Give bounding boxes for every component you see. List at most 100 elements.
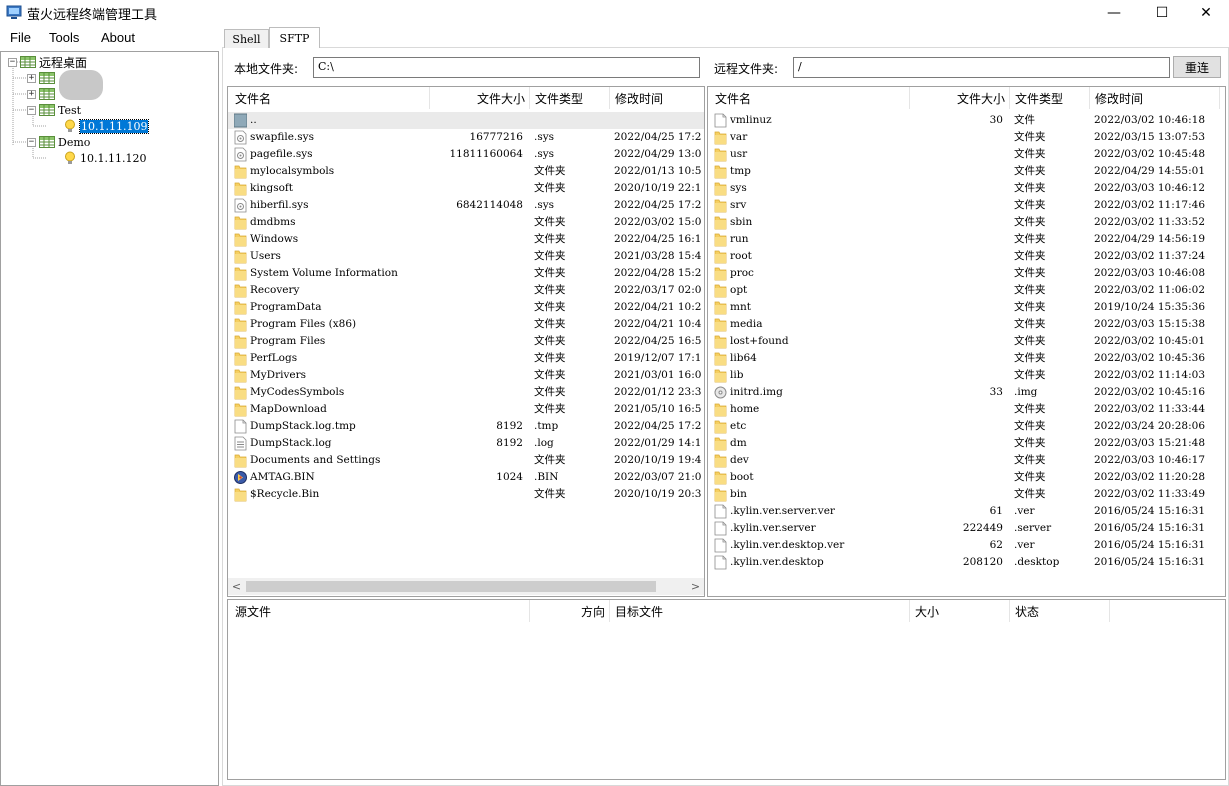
file-row[interactable]: swapfile.sys 16777216 .sys 2022/04/25 17:2 bbox=[228, 129, 704, 146]
file-row[interactable]: home 文件夹 2022/03/02 11:33:44 bbox=[708, 401, 1225, 418]
file-row[interactable]: dm 文件夹 2022/03/03 15:21:48 bbox=[708, 435, 1225, 452]
scrollbar-thumb[interactable] bbox=[246, 581, 656, 592]
maximize-button[interactable]: ☐ bbox=[1139, 0, 1185, 26]
close-button[interactable]: ✕ bbox=[1183, 0, 1229, 26]
file-row[interactable]: PerfLogs 文件夹 2019/12/07 17:1 bbox=[228, 350, 704, 367]
file-row[interactable]: media 文件夹 2022/03/03 15:15:38 bbox=[708, 316, 1225, 333]
file-row[interactable]: Documents and Settings 文件夹 2020/10/19 19:4 bbox=[228, 452, 704, 469]
file-row[interactable]: $Recycle.Bin 文件夹 2020/10/19 20:3 bbox=[228, 486, 704, 503]
column-header-status[interactable]: 状态 bbox=[1010, 600, 1110, 622]
remote-path-input[interactable]: / bbox=[793, 57, 1170, 78]
tab-sftp[interactable]: SFTP bbox=[269, 27, 320, 48]
file-row[interactable]: .. bbox=[228, 112, 704, 129]
file-row[interactable]: boot 文件夹 2022/03/02 11:20:28 bbox=[708, 469, 1225, 486]
tree-group-2[interactable]: + bbox=[27, 86, 58, 102]
file-size bbox=[430, 214, 523, 231]
tree-group-1[interactable]: + bbox=[27, 70, 58, 86]
local-path-input[interactable]: C:\ bbox=[313, 57, 700, 78]
file-row[interactable]: lib 文件夹 2022/03/02 11:14:03 bbox=[708, 367, 1225, 384]
tree-host-demo[interactable]: 10.1.11.120 bbox=[60, 150, 146, 166]
file-row[interactable]: dmdbms 文件夹 2022/03/02 15:0 bbox=[228, 214, 704, 231]
file-size bbox=[430, 231, 523, 248]
file-row[interactable]: usr 文件夹 2022/03/02 10:45:48 bbox=[708, 146, 1225, 163]
file-row[interactable]: tmp 文件夹 2022/04/29 14:55:01 bbox=[708, 163, 1225, 180]
file-row[interactable]: srv 文件夹 2022/03/02 11:17:46 bbox=[708, 197, 1225, 214]
file-row[interactable]: MyDrivers 文件夹 2021/03/01 16:0 bbox=[228, 367, 704, 384]
file-row[interactable]: var 文件夹 2022/03/15 13:07:53 bbox=[708, 129, 1225, 146]
scroll-left-icon[interactable]: < bbox=[228, 578, 245, 595]
file-row[interactable]: ProgramData 文件夹 2022/04/21 10:2 bbox=[228, 299, 704, 316]
expand-icon[interactable]: + bbox=[27, 89, 36, 99]
file-row[interactable]: DumpStack.log 8192 .log 2022/01/29 14:1 bbox=[228, 435, 704, 452]
file-row[interactable]: DumpStack.log.tmp 8192 .tmp 2022/04/25 17:2 bbox=[228, 418, 704, 435]
collapse-icon[interactable]: − bbox=[27, 137, 36, 147]
reconnect-button[interactable]: 重连 bbox=[1173, 56, 1221, 78]
header-divider[interactable] bbox=[1219, 87, 1220, 109]
header-divider[interactable] bbox=[1109, 600, 1110, 622]
tree-group-test[interactable]: − Test bbox=[27, 102, 81, 118]
scroll-right-icon[interactable]: > bbox=[687, 578, 704, 595]
tree-root[interactable]: − 远程桌面 bbox=[8, 54, 87, 70]
column-header-size[interactable]: 文件大小 bbox=[910, 87, 1010, 109]
file-row[interactable]: vmlinuz 30 文件 2022/03/02 10:46:18 bbox=[708, 112, 1225, 129]
file-row[interactable]: AMTAG.BIN 1024 .BIN 2022/03/07 21:0 bbox=[228, 469, 704, 486]
file-row[interactable]: MapDownload 文件夹 2021/05/10 16:5 bbox=[228, 401, 704, 418]
file-row[interactable]: initrd.img 33 .img 2022/03/02 10:45:16 bbox=[708, 384, 1225, 401]
file-name: sys bbox=[730, 182, 747, 194]
horizontal-scrollbar[interactable]: < > bbox=[228, 578, 704, 595]
column-header-mtime[interactable]: 修改时间 bbox=[1090, 87, 1220, 109]
file-row[interactable]: run 文件夹 2022/04/29 14:56:19 bbox=[708, 231, 1225, 248]
column-header-type[interactable]: 文件类型 bbox=[530, 87, 610, 109]
file-row[interactable]: Program Files (x86) 文件夹 2022/04/21 10:4 bbox=[228, 316, 704, 333]
file-row[interactable]: mylocalsymbols 文件夹 2022/01/13 10:5 bbox=[228, 163, 704, 180]
menu-file[interactable]: File bbox=[10, 30, 31, 45]
file-row[interactable]: etc 文件夹 2022/03/24 20:28:06 bbox=[708, 418, 1225, 435]
file-row[interactable]: proc 文件夹 2022/03/03 10:46:08 bbox=[708, 265, 1225, 282]
collapse-icon[interactable]: − bbox=[27, 105, 36, 115]
column-header-name[interactable]: 文件名 bbox=[230, 87, 430, 109]
file-row[interactable]: root 文件夹 2022/03/02 11:37:24 bbox=[708, 248, 1225, 265]
file-row[interactable]: hiberfil.sys 6842114048 .sys 2022/04/25 17:… bbox=[228, 197, 704, 214]
file-row[interactable]: sys 文件夹 2022/03/03 10:46:12 bbox=[708, 180, 1225, 197]
transfer-queue[interactable]: 源文件 方向 目标文件 大小 状态 bbox=[227, 599, 1226, 780]
file-row[interactable]: dev 文件夹 2022/03/03 10:46:17 bbox=[708, 452, 1225, 469]
column-header-size[interactable]: 文件大小 bbox=[430, 87, 530, 109]
minimize-button[interactable]: — bbox=[1091, 0, 1137, 26]
column-header-type[interactable]: 文件类型 bbox=[1010, 87, 1090, 109]
menu-about[interactable]: About bbox=[101, 30, 135, 45]
file-row[interactable]: System Volume Information 文件夹 2022/04/28 1… bbox=[228, 265, 704, 282]
file-row[interactable]: lib64 文件夹 2022/03/02 10:45:36 bbox=[708, 350, 1225, 367]
column-header-target[interactable]: 目标文件 bbox=[610, 600, 910, 622]
collapse-icon[interactable]: − bbox=[8, 57, 17, 67]
tab-shell[interactable]: Shell bbox=[224, 29, 269, 48]
column-header-name[interactable]: 文件名 bbox=[710, 87, 910, 109]
expand-icon[interactable]: + bbox=[27, 73, 36, 83]
file-row[interactable]: pagefile.sys 11811160064 .sys 2022/04/29 13… bbox=[228, 146, 704, 163]
connection-tree[interactable]: − 远程桌面 + + − Test 10.1.11.109 − Demo 10.… bbox=[0, 51, 219, 786]
local-file-list[interactable]: 文件名 文件大小 文件类型 修改时间 .. swapfile.sys 1677721… bbox=[227, 86, 705, 597]
column-header-source[interactable]: 源文件 bbox=[230, 600, 530, 622]
column-header-mtime[interactable]: 修改时间 bbox=[610, 87, 704, 109]
file-row[interactable]: Program Files 文件夹 2022/04/25 16:5 bbox=[228, 333, 704, 350]
file-row[interactable]: MyCodesSymbols 文件夹 2022/01/12 23:3 bbox=[228, 384, 704, 401]
file-row[interactable]: Windows 文件夹 2022/04/25 16:1 bbox=[228, 231, 704, 248]
file-row[interactable]: bin 文件夹 2022/03/02 11:33:49 bbox=[708, 486, 1225, 503]
column-header-transfer-size[interactable]: 大小 bbox=[910, 600, 1010, 622]
file-row[interactable]: .kylin.ver.desktop.ver 62 .ver 2016/05/24 1… bbox=[708, 537, 1225, 554]
file-row[interactable]: kingsoft 文件夹 2020/10/19 22:1 bbox=[228, 180, 704, 197]
file-row[interactable]: .kylin.ver.server 222449 .server 2016/05/24… bbox=[708, 520, 1225, 537]
file-row[interactable]: .kylin.ver.server.ver 61 .ver 2016/05/24 15… bbox=[708, 503, 1225, 520]
file-row[interactable]: sbin 文件夹 2022/03/02 11:33:52 bbox=[708, 214, 1225, 231]
file-type: 文件夹 bbox=[1014, 352, 1046, 364]
tree-group-demo[interactable]: − Demo bbox=[27, 134, 90, 150]
file-row[interactable]: lost+found 文件夹 2022/03/02 10:45:01 bbox=[708, 333, 1225, 350]
column-header-direction[interactable]: 方向 bbox=[530, 600, 610, 622]
menu-tools[interactable]: Tools bbox=[49, 30, 79, 45]
file-row[interactable]: Recovery 文件夹 2022/03/17 02:0 bbox=[228, 282, 704, 299]
file-row[interactable]: .kylin.ver.desktop 208120 .desktop 2016/05/… bbox=[708, 554, 1225, 571]
remote-file-list[interactable]: 文件名 文件大小 文件类型 修改时间 vmlinuz 30 文件 2022/03/02… bbox=[707, 86, 1226, 597]
tree-host-test[interactable]: 10.1.11.109 bbox=[60, 118, 150, 134]
file-row[interactable]: Users 文件夹 2021/03/28 15:4 bbox=[228, 248, 704, 265]
file-row[interactable]: mnt 文件夹 2019/10/24 15:35:36 bbox=[708, 299, 1225, 316]
file-row[interactable]: opt 文件夹 2022/03/02 11:06:02 bbox=[708, 282, 1225, 299]
